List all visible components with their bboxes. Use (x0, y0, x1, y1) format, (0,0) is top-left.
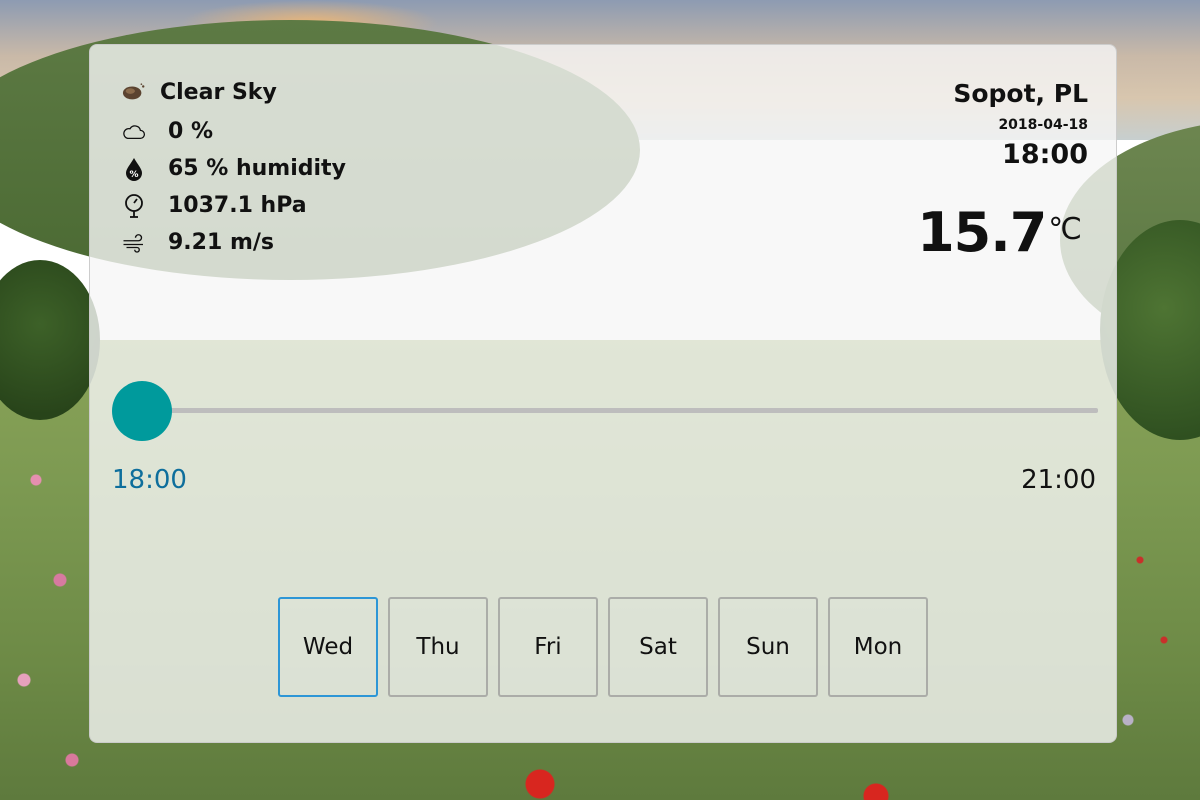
cloudiness-value: 0 % (168, 119, 214, 144)
day-button[interactable]: Fri (498, 597, 598, 697)
forecast-date: 2018-04-18 (998, 117, 1088, 133)
humidity-row: % 65 % humidity (122, 150, 346, 187)
temperature-unit: ℃ (1048, 212, 1082, 247)
time-slider[interactable] (112, 381, 1098, 441)
svg-text:%: % (129, 170, 138, 180)
day-button[interactable]: Mon (828, 597, 928, 697)
wind-row: 9.21 m/s (122, 224, 346, 261)
day-button[interactable]: Thu (388, 597, 488, 697)
day-button[interactable]: Wed (278, 597, 378, 697)
conditions-list: Clear Sky 0 % % 65 % humidity 1037.1 hPa… (122, 75, 346, 261)
wind-value: 9.21 m/s (168, 230, 274, 255)
temperature-value: 15.7 (917, 201, 1047, 264)
condition-text: Clear Sky (160, 79, 277, 105)
pressure-gauge-icon (122, 193, 146, 218)
forecast-time: 18:00 (1002, 139, 1088, 170)
clear-sky-icon (122, 80, 146, 104)
pressure-row: 1037.1 hPa (122, 187, 346, 224)
slider-track[interactable] (142, 408, 1098, 413)
day-button[interactable]: Sat (608, 597, 708, 697)
humidity-value: 65 % humidity (168, 156, 346, 181)
pressure-value: 1037.1 hPa (168, 193, 307, 218)
wind-icon (122, 231, 146, 255)
cloud-icon (122, 120, 146, 144)
cloudiness-row: 0 % (122, 113, 346, 150)
weather-panel: Clear Sky 0 % % 65 % humidity 1037.1 hPa… (89, 44, 1117, 743)
condition-row: Clear Sky (122, 75, 346, 109)
day-selector: Wed Thu Fri Sat Sun Mon (278, 597, 928, 697)
temperature: 15.7 ℃ (917, 203, 1082, 263)
location-block: Sopot, PL 2018-04-18 18:00 (953, 79, 1088, 172)
day-button[interactable]: Sun (718, 597, 818, 697)
city-name: Sopot, PL (953, 79, 1088, 108)
slider-thumb[interactable] (112, 381, 172, 441)
slider-end-label: 21:00 (1021, 465, 1096, 495)
slider-start-label: 18:00 (112, 465, 187, 495)
humidity-drop-icon: % (122, 157, 146, 181)
